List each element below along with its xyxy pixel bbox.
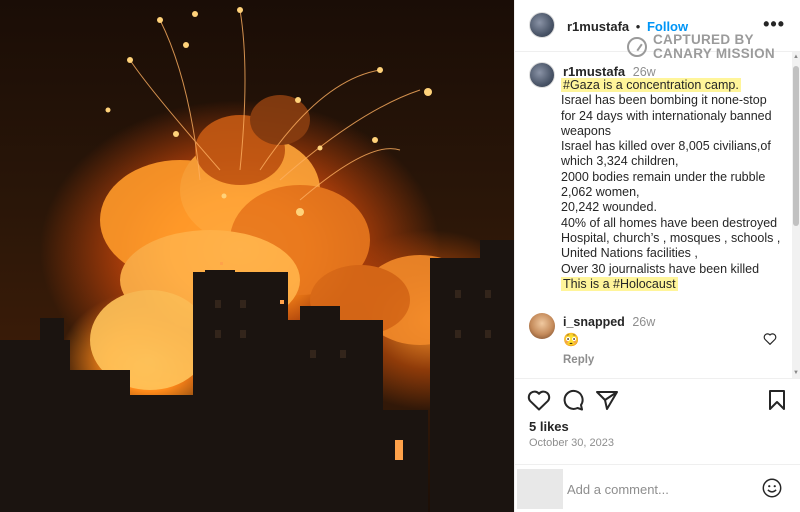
comment-text: 😳 [563, 332, 580, 347]
like-heart-icon[interactable] [527, 389, 551, 411]
caption-line: #Gaza is a concentration camp. [561, 78, 789, 93]
scroll-up-icon[interactable]: ▲ [793, 54, 799, 60]
caption-text: #Gaza is a concentration camp. Israel ha… [561, 78, 789, 292]
author-avatar[interactable] [529, 12, 555, 38]
caption-line: Hospital, church’s , mosques , schools , [561, 230, 781, 245]
comment-time: 26w [632, 315, 656, 329]
post-image[interactable] [0, 0, 514, 512]
caption-line: 2000 bodies remain under the rubble [561, 169, 766, 184]
reply-button[interactable]: Reply [563, 354, 594, 366]
caption-line: 2,062 women, [561, 185, 640, 200]
comment-input[interactable] [567, 480, 757, 498]
save-bookmark-icon[interactable] [767, 389, 787, 411]
comment-bar [515, 464, 800, 512]
caption-line: United Nations facilities , [561, 246, 698, 261]
highlighted-text[interactable]: This is a #Holocaust [561, 276, 678, 291]
caption-author[interactable]: r1mustafa [563, 64, 625, 79]
post-side-panel: r1mustafa • Follow ••• CAPTURED BY CANAR… [514, 0, 800, 512]
comment-like-icon[interactable] [763, 332, 777, 345]
caption-line: which 3,324 children, [561, 154, 679, 169]
scrollbar[interactable]: ▲ ▼ [792, 52, 800, 378]
commenter-avatar[interactable] [529, 313, 555, 339]
caption-line: Israel has killed over 8,005 civilians,o… [561, 139, 771, 154]
caption-line: weapons [561, 123, 612, 138]
watermark-line-1: CAPTURED BY [653, 32, 754, 47]
caption-author-avatar[interactable] [529, 62, 555, 88]
caption-line: Over 30 journalists have been killed [561, 261, 760, 276]
commenter-username[interactable]: i_snapped [563, 315, 625, 329]
post-header: r1mustafa • Follow ••• CAPTURED BY CANAR… [515, 0, 800, 61]
caption-line: for 24 days with internationaly banned [561, 108, 772, 123]
caption-line: Israel has been bombing it none-stop [561, 93, 767, 108]
caption-time: 26w [632, 65, 656, 79]
separator-dot: • [635, 19, 641, 34]
emoji-icon[interactable] [761, 477, 783, 499]
scroll-down-icon[interactable]: ▼ [793, 370, 799, 376]
action-bar: 5 likes October 30, 2023 [515, 378, 800, 464]
author-username[interactable]: r1mustafa [567, 19, 629, 34]
scroll-thumb[interactable] [793, 66, 799, 226]
caption-line: 20,242 wounded. [561, 200, 657, 215]
more-options-icon[interactable]: ••• [763, 14, 785, 35]
likes-count[interactable]: 5 likes [529, 419, 569, 434]
post-date: October 30, 2023 [529, 437, 615, 449]
comment-bubble-icon[interactable] [561, 389, 585, 411]
caption-line: This is a #Holocaust [561, 276, 789, 292]
highlighted-text[interactable]: #Gaza is a concentration camp. [561, 78, 741, 92]
share-send-icon[interactable] [595, 389, 619, 411]
explosion-scene [0, 7, 514, 512]
caption-line: 40% of all homes have been destroyed [561, 215, 778, 230]
comment-header: i_snapped 26w [563, 315, 655, 329]
current-user-avatar [517, 469, 563, 509]
comments-scroll-area[interactable]: r1mustafa 26w #Gaza is a concentration c… [515, 52, 795, 374]
caption-header: r1mustafa 26w [563, 64, 656, 79]
